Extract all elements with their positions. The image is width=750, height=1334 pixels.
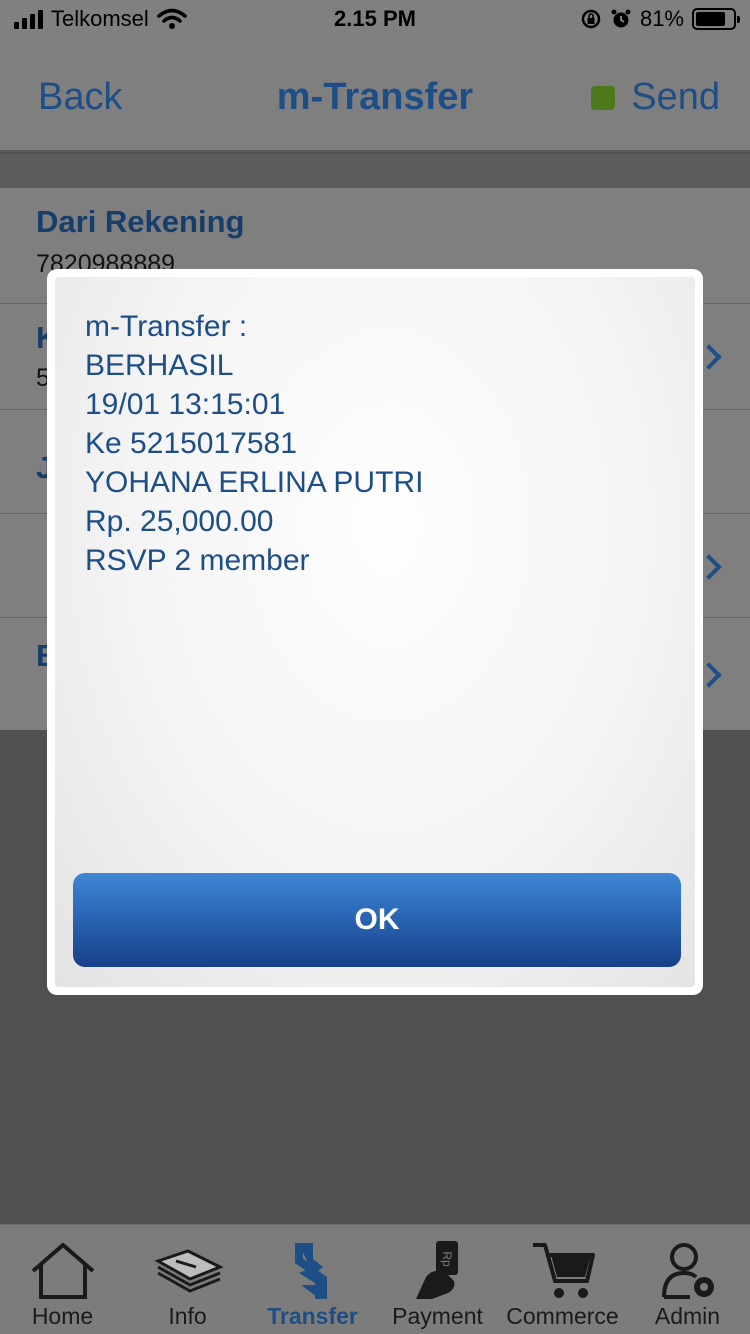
alert-line: m-Transfer :: [85, 310, 248, 343]
home-icon: [31, 1243, 94, 1299]
info-icon: [153, 1249, 224, 1293]
alert-dialog: m-Transfer : BERHASIL 19/01 13:15:01 Ke …: [47, 269, 703, 995]
tab-label: Admin: [654, 1303, 721, 1329]
back-button[interactable]: Back: [38, 76, 122, 119]
send-button[interactable]: Send: [591, 76, 720, 119]
alarm-icon: [611, 9, 631, 28]
nav-bar: Back m-Transfer Send: [0, 40, 750, 152]
alert-message: m-Transfer : BERHASIL 19/01 13:15:01 Ke …: [85, 307, 423, 580]
battery-icon: [692, 8, 740, 30]
ok-button[interactable]: OK: [73, 873, 681, 967]
tab-label: Payment: [392, 1303, 483, 1329]
wifi-icon: [157, 8, 187, 29]
tab-label: Commerce: [506, 1303, 619, 1329]
tab-commerce[interactable]: Commerce: [500, 1225, 625, 1334]
tab-transfer[interactable]: Transfer: [250, 1225, 375, 1334]
tab-label: Info: [168, 1303, 207, 1329]
alert-line: YOHANA ERLINA PUTRI: [85, 466, 424, 499]
svg-text:Rp: Rp: [440, 1251, 454, 1267]
form-row-label: Dari Rekening: [36, 204, 245, 239]
battery-level: [696, 12, 726, 26]
signal-icon: [14, 9, 43, 29]
alert-line: 19/01 13:15:01: [85, 388, 286, 421]
tab-bar: Home Info Transfer Rp Payment Commerce A…: [0, 1224, 750, 1334]
tab-admin[interactable]: Admin: [625, 1225, 750, 1334]
tab-info[interactable]: Info: [125, 1225, 250, 1334]
transfer-icon: [294, 1243, 327, 1299]
tab-label: Transfer: [267, 1303, 358, 1329]
tab-payment[interactable]: Rp Payment: [375, 1225, 500, 1334]
alert-line: RSVP 2 member: [85, 544, 310, 577]
status-bar: Telkomsel 2.15 PM 81%: [0, 0, 750, 40]
tab-home[interactable]: Home: [0, 1225, 125, 1334]
carrier-label: Telkomsel: [51, 6, 149, 31]
section-separator: [0, 154, 750, 188]
payment-icon: Rp: [415, 1241, 458, 1299]
send-status-indicator: [591, 85, 616, 110]
admin-icon: [661, 1243, 714, 1299]
status-left: Telkomsel: [14, 6, 187, 32]
alert-line: Rp. 25,000.00: [85, 505, 274, 538]
cart-icon: [532, 1243, 595, 1298]
tab-label: Home: [31, 1303, 94, 1329]
alert-dialog-body: m-Transfer : BERHASIL 19/01 13:15:01 Ke …: [55, 277, 695, 987]
status-right: 81%: [580, 6, 740, 32]
rotation-lock-icon: [581, 9, 601, 29]
send-label: Send: [631, 76, 720, 118]
alert-line: Ke 5215017581: [85, 427, 297, 460]
alert-line: BERHASIL: [85, 349, 234, 382]
battery-percent: 81%: [639, 6, 684, 31]
